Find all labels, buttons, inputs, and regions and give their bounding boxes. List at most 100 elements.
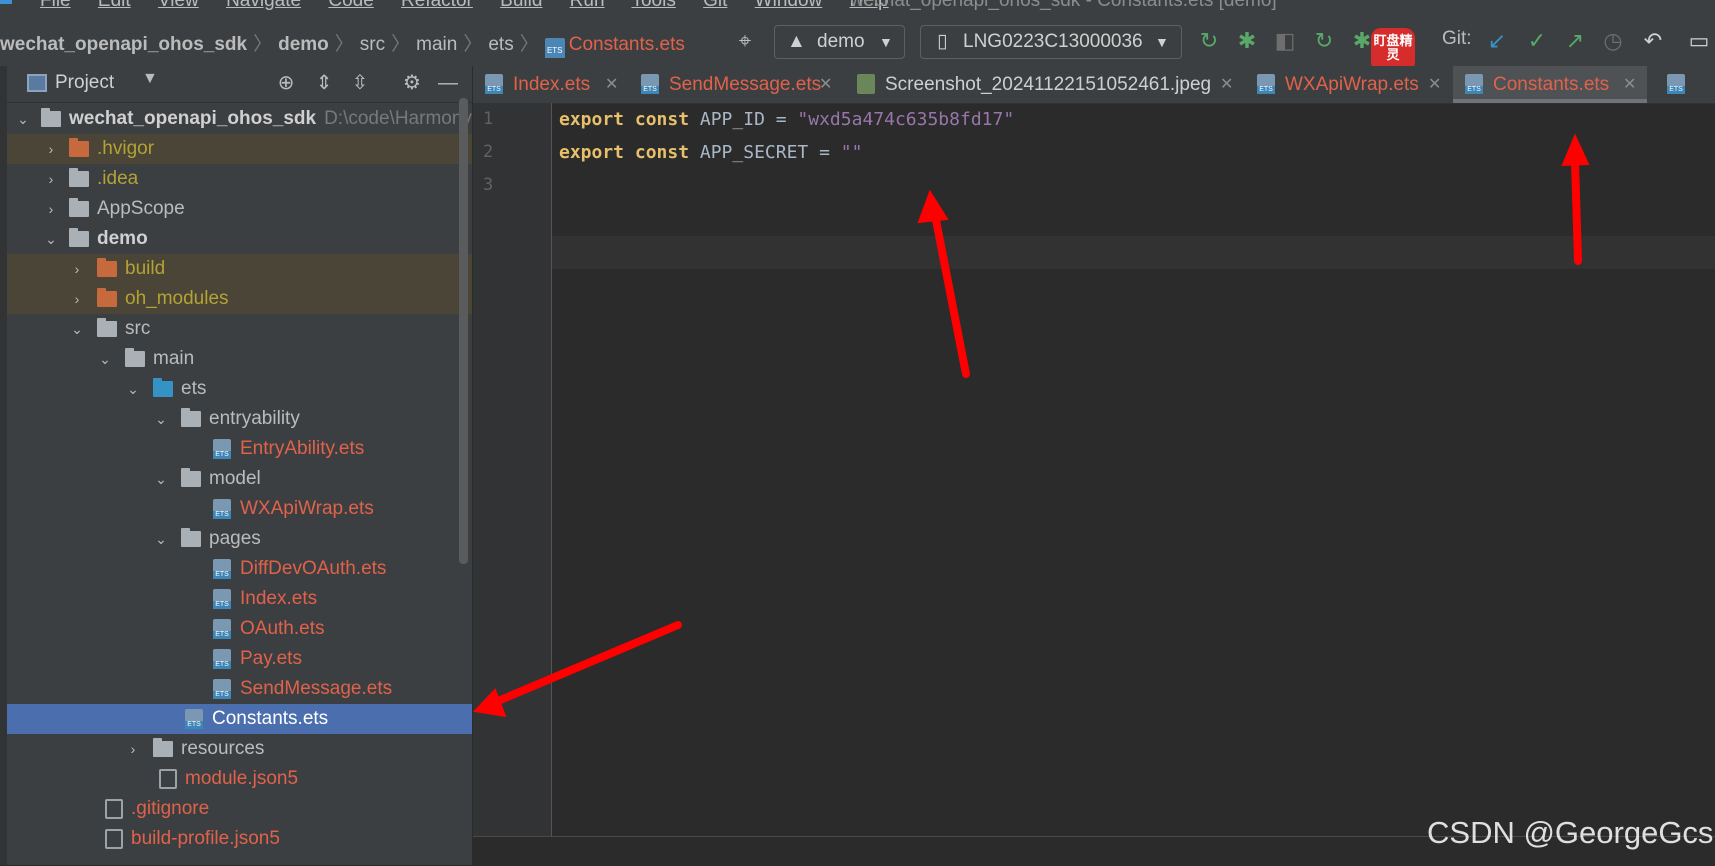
ets-file-icon [213, 649, 231, 669]
tree-scrollbar[interactable] [459, 98, 468, 564]
tab-sendmessage-ets[interactable]: SendMessage.ets ✕ [629, 66, 845, 103]
collapse-all-icon[interactable]: ⇳ [347, 70, 373, 96]
apply-changes-icon[interactable]: ↻ [1311, 28, 1337, 54]
close-icon[interactable]: ✕ [605, 66, 618, 103]
tree-item-pay-ets[interactable]: Pay.ets [7, 644, 472, 674]
menu-file[interactable]: File [40, 0, 71, 11]
folder-icon [97, 318, 117, 337]
tab-wxapiwrap-ets[interactable]: WXApiWrap.ets ✕ [1245, 66, 1453, 103]
tree-item-build[interactable]: › build [7, 254, 472, 284]
tab-screenshot-jpeg[interactable]: Screenshot_20241122151052461.jpeg ✕ [845, 66, 1245, 103]
breadcrumb-module[interactable]: demo [278, 34, 329, 55]
chevron-down-icon[interactable]: ⌄ [69, 314, 85, 344]
tree-item-demo[interactable]: ⌄ demo [7, 224, 472, 254]
tree-item-pages[interactable]: ⌄ pages [7, 524, 472, 554]
expand-all-icon[interactable]: ⇕ [311, 70, 337, 96]
folder-icon [181, 408, 201, 427]
chevron-down-icon[interactable]: ⌄ [153, 524, 169, 554]
menu-window[interactable]: Window [755, 0, 823, 11]
tab-overflow[interactable] [1655, 66, 1715, 103]
attach-debugger-icon[interactable]: ◧ [1272, 28, 1298, 54]
menu-navigate[interactable]: Navigate [226, 0, 301, 11]
chevron-down-icon[interactable]: ▼ [142, 70, 158, 88]
chevron-right-icon[interactable]: › [125, 734, 141, 764]
chevron-down-icon[interactable]: ⌄ [43, 224, 59, 254]
rollback-icon[interactable]: ↶ [1640, 28, 1666, 54]
menu-edit[interactable]: Edit [98, 0, 131, 11]
chevron-right-icon[interactable]: › [43, 194, 59, 224]
menu-git[interactable]: Git [703, 0, 727, 11]
tree-item-oh-modules[interactable]: › oh_modules [7, 284, 472, 314]
tab-constants-ets[interactable]: Constants.ets ✕ [1453, 66, 1647, 103]
run-config-select[interactable]: ▲ demo ▼ [774, 25, 905, 59]
menu-run[interactable]: Run [570, 0, 605, 11]
tree-item-appscope[interactable]: › AppScope [7, 194, 472, 224]
project-panel-title[interactable]: Project [55, 72, 114, 94]
tree-item-hvigor[interactable]: › .hvigor [7, 134, 472, 164]
chevron-right-icon[interactable]: › [69, 284, 85, 314]
debug-icon[interactable]: ✱ [1234, 28, 1260, 54]
tree-item-model[interactable]: ⌄ model [7, 464, 472, 494]
tree-item-entryability-ets[interactable]: EntryAbility.ets [7, 434, 472, 464]
menu-code[interactable]: Code [328, 0, 373, 11]
tree-item-sendmessage-ets[interactable]: SendMessage.ets [7, 674, 472, 704]
chevron-down-icon[interactable]: ⌄ [97, 344, 113, 374]
run-icon[interactable]: ↻ [1196, 28, 1222, 54]
tree-item-resources[interactable]: › resources [7, 734, 472, 764]
close-icon[interactable]: ✕ [1428, 66, 1441, 103]
breadcrumb-src[interactable]: src [360, 34, 385, 55]
minimize-icon[interactable]: — [435, 70, 461, 96]
git-history-icon[interactable]: ◷ [1600, 28, 1626, 54]
git-push-icon[interactable]: ↗ [1562, 28, 1588, 54]
menu-tools[interactable]: Tools [631, 0, 675, 11]
ets-file-icon [213, 559, 231, 579]
tree-item-index-ets[interactable]: Index.ets [7, 584, 472, 614]
ets-file-icon [213, 439, 231, 459]
breadcrumb-ets[interactable]: ets [488, 34, 513, 55]
menu-view[interactable]: View [158, 0, 199, 11]
breadcrumb-separator: 〉 [334, 34, 354, 55]
tree-item-main[interactable]: ⌄ main [7, 344, 472, 374]
locate-file-icon[interactable]: ⊕ [273, 70, 299, 96]
tree-item-diffdevoauth-ets[interactable]: DiffDevOAuth.ets [7, 554, 472, 584]
tree-item-gitignore[interactable]: .gitignore [7, 794, 472, 824]
breadcrumb-project[interactable]: wechat_openapi_ohos_sdk [0, 34, 247, 55]
tree-item-entryability[interactable]: ⌄ entryability [7, 404, 472, 434]
chevron-down-icon[interactable]: ⌄ [153, 404, 169, 434]
tree-item-module-json5[interactable]: module.json5 [7, 764, 472, 794]
close-icon[interactable]: ✕ [819, 66, 832, 103]
chevron-right-icon[interactable]: › [69, 254, 85, 284]
tab-index-ets[interactable]: Index.ets ✕ [473, 66, 629, 103]
tree-item-oauth-ets[interactable]: OAuth.ets [7, 614, 472, 644]
git-commit-icon[interactable]: ✓ [1524, 28, 1550, 54]
breadcrumb-separator: 〉 [463, 34, 483, 55]
chevron-down-icon[interactable]: ⌄ [125, 374, 141, 404]
device-select[interactable]: ▯ LNG0223C13000036 ▼ [920, 25, 1182, 59]
window-title: wechat_openapi_ohos_sdk - Constants.ets … [850, 0, 1277, 11]
git-update-icon[interactable]: ↙ [1484, 28, 1510, 54]
code-line[interactable]: export const APP_ID = "wxd5a474c635b8fd1… [559, 103, 1014, 136]
target-icon[interactable]: ⌖ [732, 28, 758, 54]
code-line[interactable]: export const APP_SECRET = "" [559, 136, 862, 169]
gear-icon[interactable]: ⚙ [399, 70, 425, 96]
breadcrumb-separator: 〉 [253, 34, 273, 55]
folder-icon [153, 738, 173, 757]
breadcrumb-main[interactable]: main [416, 34, 457, 55]
breadcrumb-file[interactable]: Constants.ets [569, 34, 685, 55]
tree-item-idea[interactable]: › .idea [7, 164, 472, 194]
close-icon[interactable]: ✕ [1623, 66, 1636, 103]
tree-root[interactable]: ⌄ wechat_openapi_ohos_sdk D:\code\Harmony [7, 104, 472, 134]
chevron-down-icon[interactable]: ⌄ [15, 104, 31, 134]
tree-item-ets[interactable]: ⌄ ets [7, 374, 472, 404]
chevron-right-icon[interactable]: › [43, 134, 59, 164]
tree-item-src[interactable]: ⌄ src [7, 314, 472, 344]
chevron-down-icon[interactable]: ⌄ [153, 464, 169, 494]
chevron-right-icon[interactable]: › [43, 164, 59, 194]
more-icon[interactable]: ▭ [1686, 28, 1712, 54]
close-icon[interactable]: ✕ [1220, 66, 1233, 103]
menu-build[interactable]: Build [500, 0, 542, 11]
tree-item-build-profile[interactable]: build-profile.json5 [7, 824, 472, 854]
tree-item-constants-ets[interactable]: Constants.ets [7, 704, 472, 734]
tree-item-wxapiwrap-ets[interactable]: WXApiWrap.ets [7, 494, 472, 524]
menu-refactor[interactable]: Refactor [401, 0, 473, 11]
